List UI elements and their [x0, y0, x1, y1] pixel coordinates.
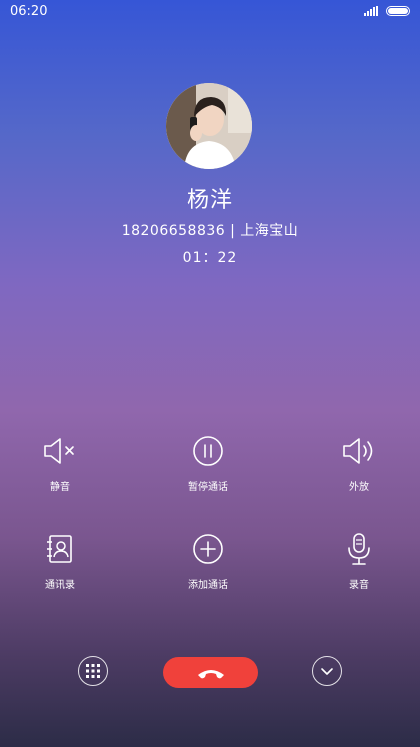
- caller-name: 杨洋: [186, 188, 233, 213]
- speaker-label: 外放: [349, 482, 369, 493]
- mute-label: 静音: [50, 482, 70, 493]
- dialpad-icon: [86, 664, 100, 678]
- collapse-button[interactable]: [312, 656, 342, 686]
- contacts-book-icon: [47, 535, 72, 563]
- speaker-icon: [343, 438, 373, 464]
- hold-button[interactable]: 暂停通话: [158, 434, 258, 493]
- contacts-button[interactable]: 通讯录: [10, 532, 110, 591]
- battery-level: [388, 8, 408, 14]
- status-bar: 06:20: [0, 0, 420, 22]
- record-label: 录音: [349, 580, 369, 591]
- status-time: 06:20: [10, 3, 48, 19]
- dialpad-button[interactable]: [78, 656, 108, 686]
- info-separator: |: [230, 223, 236, 239]
- caller-info: 18206658836 | 上海宝山: [0, 220, 420, 240]
- caller-location: 上海宝山: [240, 223, 299, 239]
- status-indicators: [364, 6, 410, 16]
- hangup-button[interactable]: [163, 657, 258, 688]
- phone-hangup-icon: [197, 669, 224, 678]
- battery-icon: [386, 6, 410, 16]
- caller-number: 18206658836: [121, 223, 226, 239]
- mute-button[interactable]: 静音: [10, 434, 110, 493]
- call-timer: 01：22: [182, 250, 238, 266]
- microphone-icon: [348, 533, 370, 565]
- record-button[interactable]: 录音: [309, 532, 409, 591]
- plus-circle-icon: [193, 534, 223, 564]
- pause-icon: [193, 436, 223, 466]
- signal-icon: [364, 6, 378, 16]
- add-call-label: 添加通话: [188, 580, 228, 591]
- mute-speaker-icon: [44, 438, 74, 464]
- contacts-label: 通讯录: [45, 580, 75, 591]
- caller-avatar: [166, 83, 252, 169]
- chevron-down-icon: [321, 668, 333, 675]
- speaker-button[interactable]: 外放: [309, 434, 409, 493]
- add-call-button[interactable]: 添加通话: [158, 532, 258, 591]
- hold-label: 暂停通话: [188, 482, 228, 493]
- avatar-photo: [166, 83, 252, 169]
